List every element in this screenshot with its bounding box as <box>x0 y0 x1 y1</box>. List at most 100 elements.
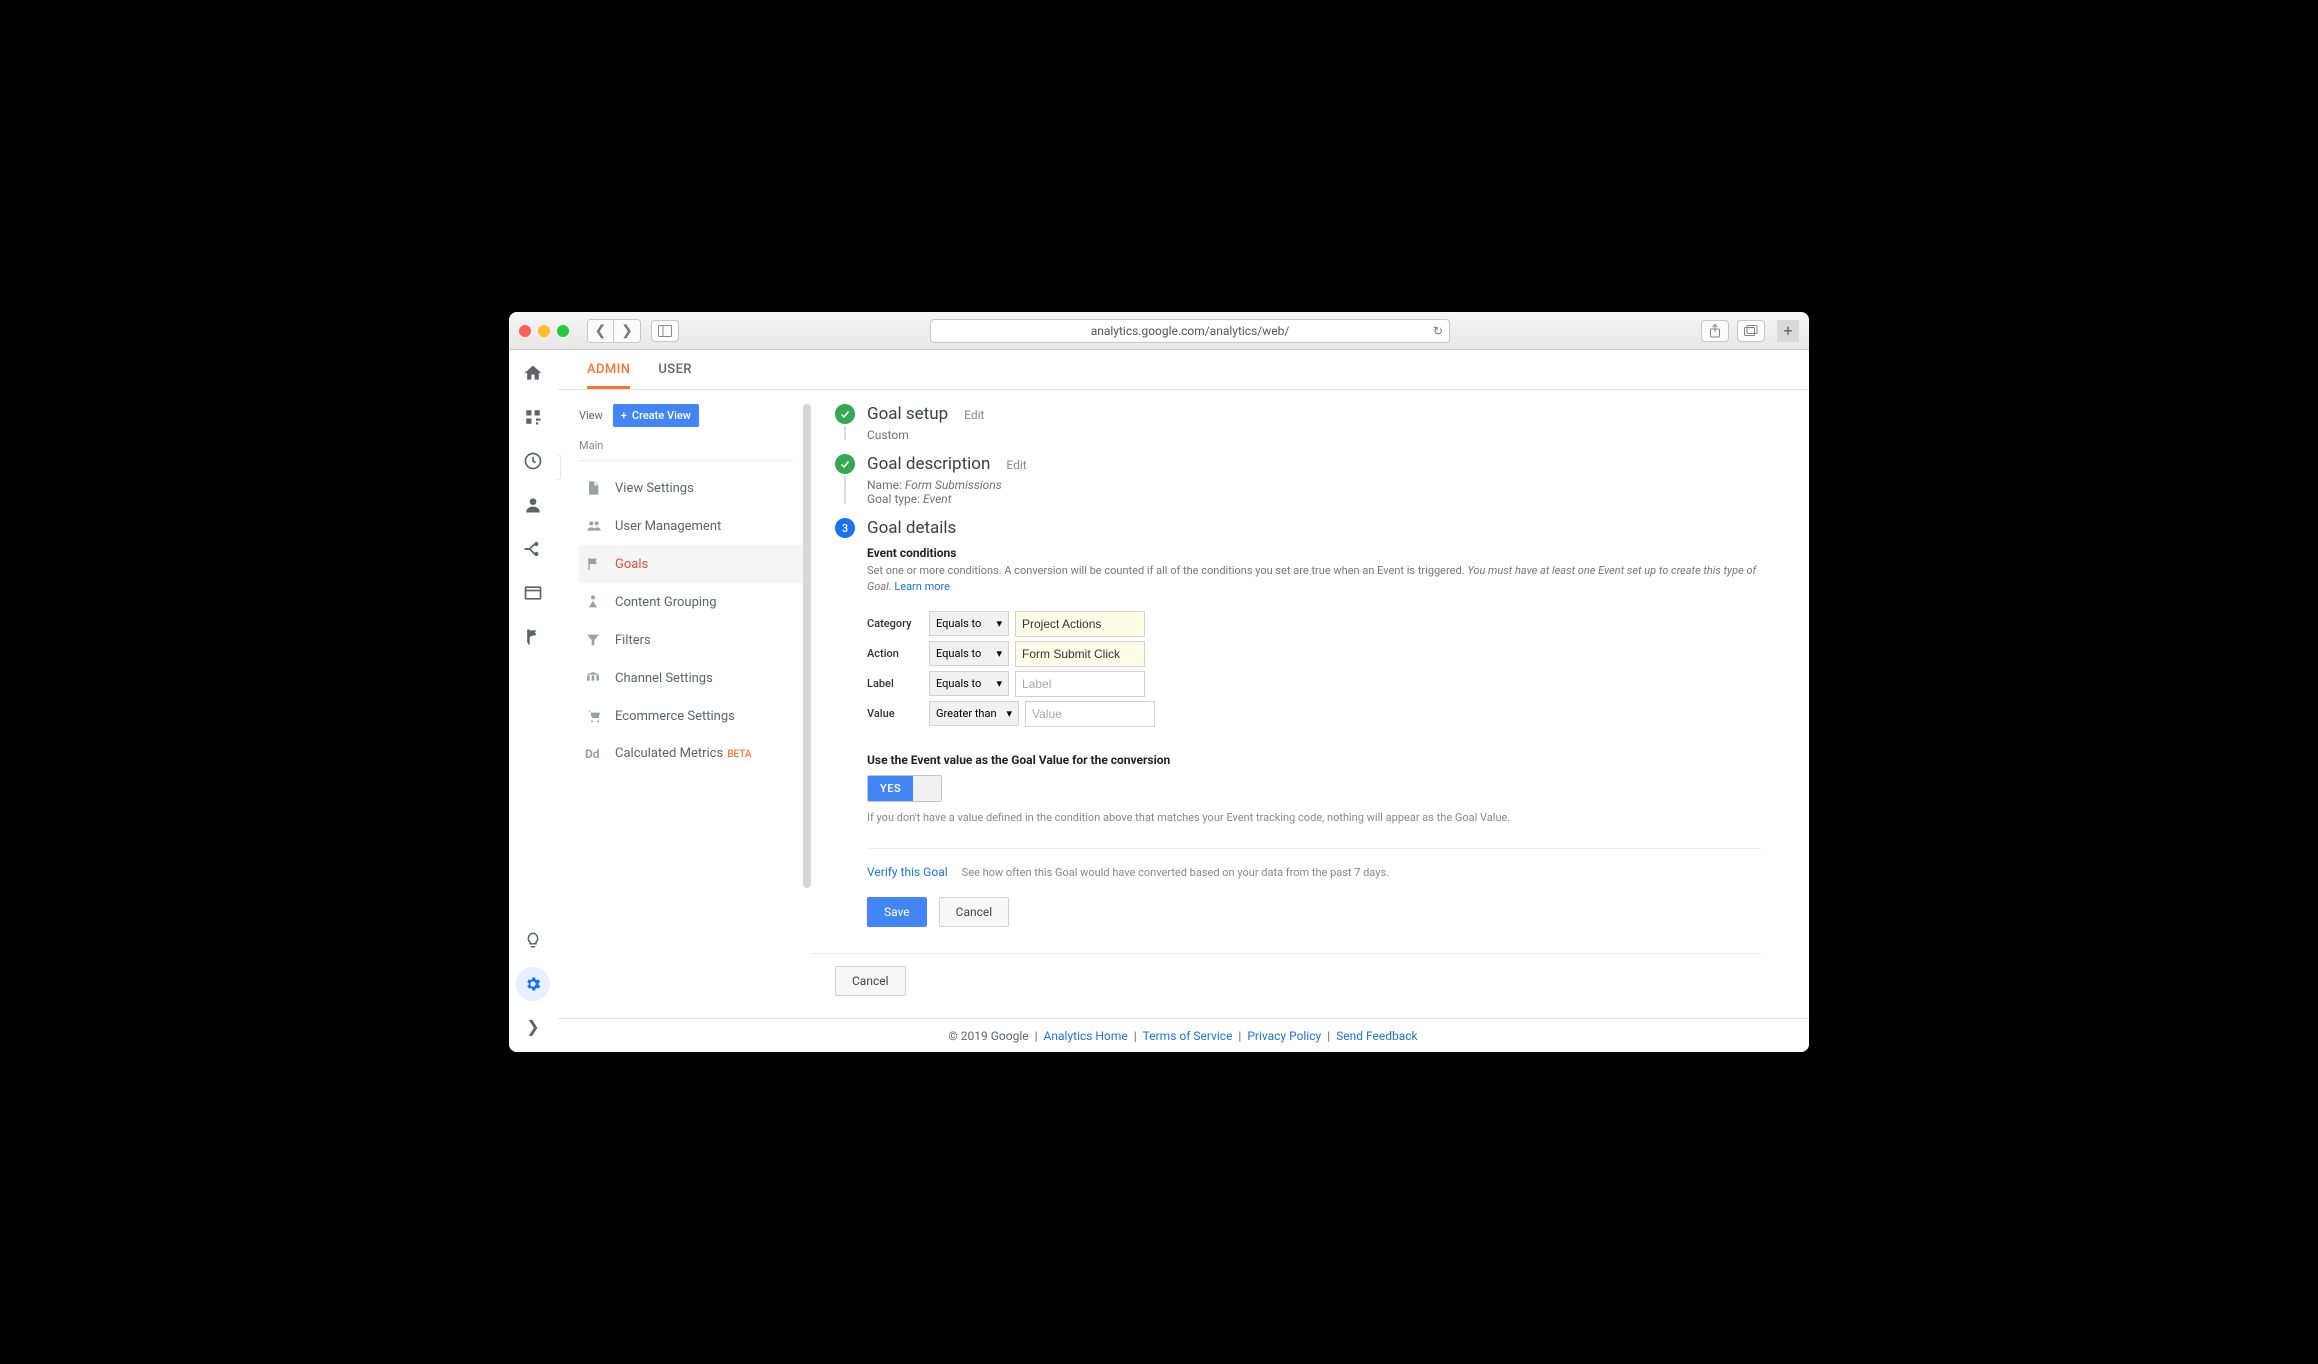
close-window-button[interactable] <box>519 325 531 337</box>
view-item-settings[interactable]: View Settings <box>579 469 803 507</box>
goal-value-hint: If you don't have a value defined in the… <box>867 810 1517 827</box>
left-nav-rail: ❯ <box>509 350 557 1052</box>
document-icon <box>585 480 603 496</box>
category-input[interactable] <box>1015 611 1145 637</box>
back-button[interactable]: ❮ <box>588 320 614 342</box>
label-operator[interactable]: Equals to▾ <box>929 671 1009 696</box>
back-arrow-button[interactable]: ↩ <box>557 454 561 480</box>
value-operator[interactable]: Greater than▾ <box>929 701 1019 726</box>
channel-icon <box>585 670 603 686</box>
forward-button[interactable]: ❯ <box>614 320 640 342</box>
admin-tabs: ADMIN USER <box>557 350 1809 390</box>
tabs-button[interactable] <box>1737 320 1765 342</box>
copyright: © 2019 Google <box>948 1029 1028 1043</box>
view-name: Main <box>579 433 803 460</box>
footer-link-feedback[interactable]: Send Feedback <box>1336 1029 1418 1043</box>
verify-goal-link[interactable]: Verify this Goal <box>867 865 948 879</box>
view-menu: View Settings User Management Goals <box>579 469 803 772</box>
goal-desc-title: Goal description <box>867 454 990 474</box>
step-goal-setup: Goal setup Edit Custom <box>835 404 1761 442</box>
create-view-button[interactable]: + Create View <box>613 404 699 427</box>
dd-icon: Dd <box>585 747 603 761</box>
view-item-goals[interactable]: Goals <box>579 545 803 583</box>
main-column: ADMIN USER ↩ View + Create View <box>557 350 1809 1052</box>
share-button[interactable] <box>1701 320 1729 342</box>
footer-link-tos[interactable]: Terms of Service <box>1143 1029 1233 1043</box>
check-icon <box>835 454 855 474</box>
edit-goal-desc[interactable]: Edit <box>1006 458 1026 472</box>
view-label: View <box>579 409 603 422</box>
view-panel: ↩ View + Create View Main <box>557 390 803 1018</box>
cancel-button[interactable]: Cancel <box>939 897 1010 927</box>
address-bar[interactable]: analytics.google.com/analytics/web/ ↻ <box>930 319 1450 343</box>
tab-user[interactable]: USER <box>658 350 692 389</box>
edit-goal-setup[interactable]: Edit <box>964 408 984 422</box>
tab-admin[interactable]: ADMIN <box>587 350 630 389</box>
view-item-content-grouping[interactable]: Content Grouping <box>579 583 803 621</box>
minimize-window-button[interactable] <box>538 325 550 337</box>
url-text: analytics.google.com/analytics/web/ <box>1091 324 1290 338</box>
funnel-icon <box>585 632 603 648</box>
nav-buttons: ❮ ❯ <box>587 319 641 343</box>
goal-setup-title: Goal setup <box>867 404 948 424</box>
footer-link-home[interactable]: Analytics Home <box>1044 1029 1128 1043</box>
admin-gear-icon[interactable] <box>516 967 550 1001</box>
view-item-user-management[interactable]: User Management <box>579 507 803 545</box>
event-conditions-sub: Set one or more conditions. A conversion… <box>867 563 1761 595</box>
conversions-icon[interactable] <box>522 626 544 648</box>
maximize-window-button[interactable] <box>557 325 569 337</box>
behavior-icon[interactable] <box>522 582 544 604</box>
collapse-rail-icon[interactable]: ❯ <box>526 1017 539 1042</box>
verify-row: Verify this Goal See how often this Goal… <box>867 848 1761 879</box>
goal-setup-sub: Custom <box>867 428 1761 442</box>
browser-toolbar: ❮ ❯ analytics.google.com/analytics/web/ … <box>509 312 1809 350</box>
goal-value-toggle[interactable]: YES <box>867 775 942 802</box>
chevron-down-icon: ▾ <box>996 677 1002 690</box>
step-goal-details: 3 Goal details Event conditions Set one … <box>835 518 1761 927</box>
goal-details-title: Goal details <box>867 518 1761 538</box>
learn-more-link[interactable]: Learn more <box>894 580 950 593</box>
condition-row-value: Value Greater than▾ <box>867 701 1761 727</box>
save-button[interactable]: Save <box>867 897 927 927</box>
chevron-down-icon: ▾ <box>1006 707 1012 720</box>
goal-desc-sub: Name: Form Submissions Goal type: Event <box>867 478 1761 506</box>
browser-right-controls: + <box>1701 320 1799 342</box>
plus-icon: + <box>621 409 627 422</box>
action-operator[interactable]: Equals to▾ <box>929 641 1009 666</box>
condition-row-label: Label Equals to▾ <box>867 671 1761 697</box>
category-operator[interactable]: Equals to▾ <box>929 611 1009 636</box>
audience-icon[interactable] <box>522 494 544 516</box>
analytics-app: ❯ ADMIN USER ↩ View + <box>509 350 1809 1052</box>
cart-icon <box>585 708 603 724</box>
view-item-channel-settings[interactable]: Channel Settings <box>579 659 803 697</box>
footer-link-privacy[interactable]: Privacy Policy <box>1247 1029 1321 1043</box>
customization-icon[interactable] <box>522 406 544 428</box>
realtime-icon[interactable] <box>522 450 544 472</box>
grouping-icon <box>585 594 603 610</box>
footer: © 2019 Google | Analytics Home | Terms o… <box>557 1018 1809 1052</box>
event-conditions-heading: Event conditions <box>867 546 1761 560</box>
flag-icon <box>585 556 603 572</box>
discover-icon[interactable] <box>522 929 544 951</box>
new-tab-button[interactable]: + <box>1777 320 1799 342</box>
view-item-calculated-metrics[interactable]: Dd Calculated MetricsBETA <box>579 735 803 772</box>
refresh-icon[interactable]: ↻ <box>1433 324 1443 338</box>
step-goal-description: Goal description Edit Name: Form Submiss… <box>835 454 1761 506</box>
browser-window: ❮ ❯ analytics.google.com/analytics/web/ … <box>509 312 1809 1052</box>
chevron-down-icon: ▾ <box>996 617 1002 630</box>
value-input[interactable] <box>1025 701 1155 727</box>
create-view-label: Create View <box>632 409 691 422</box>
scrollbar[interactable] <box>803 404 811 888</box>
outer-cancel-button[interactable]: Cancel <box>835 966 906 996</box>
view-item-filters[interactable]: Filters <box>579 621 803 659</box>
view-item-ecommerce[interactable]: Ecommerce Settings <box>579 697 803 735</box>
show-sidebar-button[interactable] <box>651 320 679 342</box>
acquisition-icon[interactable] <box>522 538 544 560</box>
home-icon[interactable] <box>522 362 544 384</box>
people-icon <box>585 518 603 534</box>
action-input[interactable] <box>1015 641 1145 667</box>
label-input[interactable] <box>1015 671 1145 697</box>
verify-sub: See how often this Goal would have conve… <box>962 866 1389 879</box>
condition-row-action: Action Equals to▾ <box>867 641 1761 667</box>
traffic-lights <box>519 325 569 337</box>
